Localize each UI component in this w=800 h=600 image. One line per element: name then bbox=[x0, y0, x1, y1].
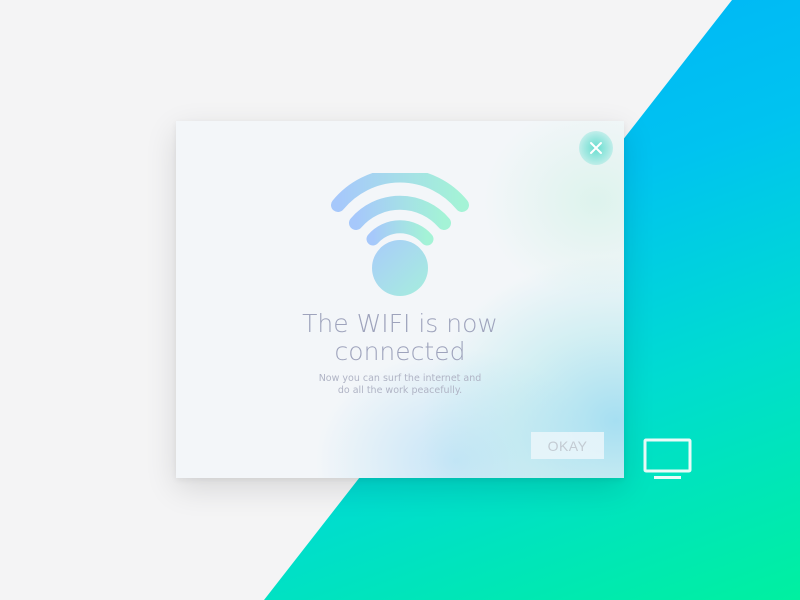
dialog-title: The WIFI is now connected bbox=[250, 310, 550, 366]
subtitle-line-2: do all the work peacefully. bbox=[337, 385, 463, 396]
okay-button[interactable]: OKAY bbox=[531, 432, 604, 459]
screen: The WIFI is now connected Now you can su… bbox=[0, 0, 800, 600]
close-icon bbox=[590, 142, 602, 154]
title-line-2: connected bbox=[334, 337, 466, 366]
wifi-connected-dialog: The WIFI is now connected Now you can su… bbox=[176, 121, 624, 478]
monitor-icon[interactable] bbox=[642, 437, 694, 481]
title-line-1: The WIFI is now bbox=[302, 309, 498, 338]
close-button[interactable] bbox=[579, 131, 613, 165]
subtitle-line-1: Now you can surf the internet and bbox=[318, 373, 482, 384]
dialog-subtitle: Now you can surf the internet and do all… bbox=[300, 373, 500, 397]
wifi-icon bbox=[330, 168, 470, 297]
